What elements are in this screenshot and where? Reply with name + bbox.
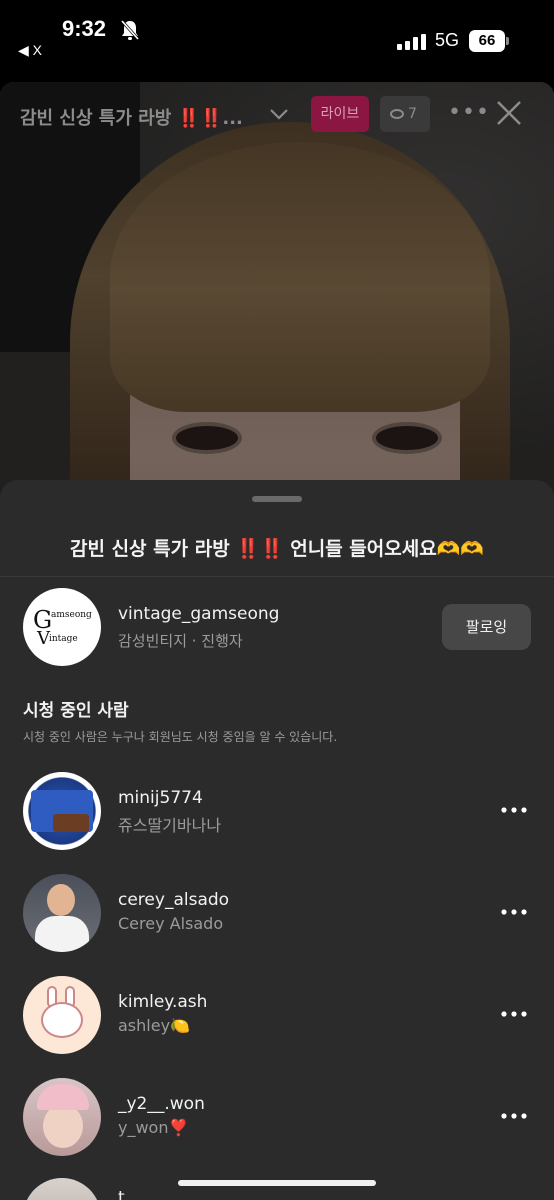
more-options-icon[interactable] [500,1106,528,1126]
avatar-bunny [41,1002,83,1038]
viewer-username[interactable]: _y2__.won [118,1094,205,1114]
viewer-display-name: Cerey Alsado [118,914,224,933]
viewer-count: 7 [408,106,417,122]
viewer-display-name: y_won❣️ [118,1118,189,1137]
viewer-count-badge[interactable]: 7 [380,96,430,132]
avatar-head [47,884,75,916]
screen: 9:32 ◀ X 5G 66 감빈 신상 특가 라방 ‼️‼️... 라이브 7… [0,0,554,1200]
avatar[interactable] [23,772,101,850]
viewer-row[interactable]: cerey_alsado Cerey Alsado [0,874,554,954]
live-badge: 라이브 [311,96,369,132]
logo-text-intage: intage [49,634,78,644]
live-title[interactable]: 감빈 신상 특가 라방 ‼️‼️... [20,104,260,130]
network-type: 5G [435,30,460,50]
divider [0,576,554,577]
viewer-row[interactable]: minij5774 쥬스딸기바나나 [0,772,554,852]
host-avatar[interactable]: G amseong V intage [23,588,101,666]
battery-level: 66 [469,30,505,52]
battery-icon: 66 [469,30,509,52]
more-options-icon[interactable] [500,902,528,922]
viewer-username[interactable]: kimley.ash [118,992,207,1012]
more-options-icon[interactable] [500,1004,528,1024]
live-video[interactable]: 감빈 신상 특가 라방 ‼️‼️... 라이브 7 ••• [0,82,554,502]
chevron-down-icon[interactable] [268,106,290,122]
avatar-body [35,916,89,952]
viewer-username[interactable]: cerey_alsado [118,890,229,910]
avatar[interactable] [23,1078,101,1156]
viewer-row[interactable]: _y2__.won y_won❣️ [0,1078,554,1158]
viewer-username[interactable]: minij5774 [118,788,203,808]
avatar[interactable] [23,976,101,1054]
back-to-app-link[interactable]: ◀ X [18,42,42,59]
viewer-display-name: ashley🍋 [118,1016,190,1035]
home-indicator[interactable] [178,1180,376,1186]
video-dim-overlay [0,82,554,502]
sheet-drag-handle[interactable] [252,496,302,502]
eye-icon [390,109,404,119]
bell-off-icon [120,20,140,40]
viewers-section-title: 시청 중인 사람 [23,701,129,721]
battery-nub [506,37,509,45]
status-time: 9:32 [62,16,107,41]
signal-icon [397,34,426,50]
status-bar: 9:32 ◀ X 5G 66 [0,0,554,80]
avatar[interactable] [23,874,101,952]
close-icon[interactable] [494,98,524,128]
viewer-display-name: 쥬스딸기바나나 [118,816,222,835]
more-options-icon[interactable] [500,800,528,820]
more-options-icon[interactable]: ••• [448,100,490,125]
following-button[interactable]: 팔로잉 [442,604,531,650]
viewers-section-note: 시청 중인 사람은 누구나 회원님도 시청 중임을 알 수 있습니다. [23,730,338,744]
host-username[interactable]: vintage_gamseong [118,604,279,624]
viewer-username[interactable]: t [118,1188,125,1200]
avatar-face [43,1104,83,1148]
viewer-row[interactable]: kimley.ash ashley🍋 [0,976,554,1056]
viewers-sheet: 감빈 신상 특가 라방 ‼️‼️ 언니들 들어오세요🫶🫶 G amseong V… [0,480,554,1200]
logo-text-amseong: amseong [51,610,92,620]
avatar[interactable] [23,1178,101,1200]
host-row[interactable]: G amseong V intage vintage_gamseong 감성빈티… [0,586,554,670]
avatar-package-detail [53,814,89,832]
sheet-title: 감빈 신상 특가 라방 ‼️‼️ 언니들 들어오세요🫶🫶 [70,538,484,560]
avatar-cap [37,1084,89,1110]
host-subtitle: 감성빈티지 · 진행자 [118,632,243,650]
